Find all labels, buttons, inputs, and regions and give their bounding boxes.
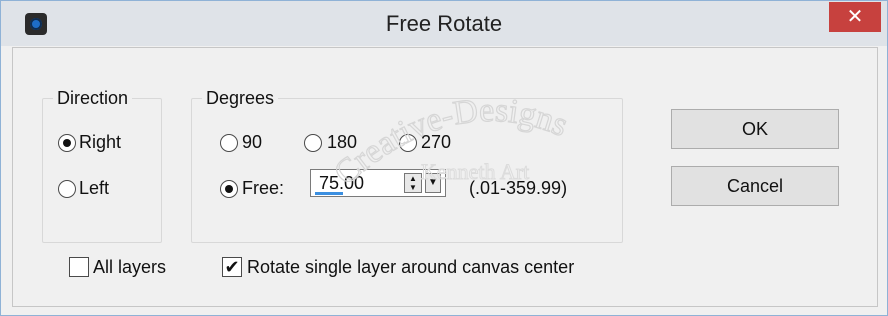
rotate-single-layer-label[interactable]: Rotate single layer around canvas center: [247, 257, 574, 278]
free-degrees-spinbox[interactable]: 75.00 ▲ ▼ ▼: [310, 169, 446, 197]
degrees-90-label[interactable]: 90: [242, 132, 262, 153]
all-layers-label[interactable]: All layers: [93, 257, 166, 278]
direction-group-label: Direction: [53, 88, 133, 109]
rotate-single-layer-checkbox[interactable]: ✔: [222, 257, 242, 277]
dialog-content: Direction Right Left Degrees 90 180 270 …: [12, 47, 878, 307]
direction-group: Direction: [42, 88, 162, 243]
window-title: Free Rotate: [385, 11, 503, 36]
degrees-free-label[interactable]: Free:: [242, 178, 284, 199]
degrees-group-label: Degrees: [202, 88, 279, 109]
ok-button[interactable]: OK: [671, 109, 839, 149]
spin-arrows-icon[interactable]: ▲ ▼: [404, 173, 422, 193]
cancel-button[interactable]: Cancel: [671, 166, 839, 206]
degrees-180-label[interactable]: 180: [327, 132, 357, 153]
dropdown-arrow-icon[interactable]: ▼: [425, 173, 441, 193]
free-degrees-value[interactable]: 75.00: [319, 173, 364, 194]
input-focus-underline: [315, 192, 343, 195]
degrees-270-label[interactable]: 270: [421, 132, 451, 153]
free-rotate-dialog: Free Rotate ✕ Direction Right Left Degre…: [0, 0, 888, 316]
degrees-90-radio[interactable]: [220, 134, 238, 152]
close-button[interactable]: ✕: [829, 2, 881, 32]
all-layers-checkbox[interactable]: [69, 257, 89, 277]
degrees-270-radio[interactable]: [399, 134, 417, 152]
degrees-range-hint: (.01-359.99): [469, 178, 568, 198]
direction-left-radio[interactable]: [58, 180, 76, 198]
direction-left-label[interactable]: Left: [79, 178, 109, 199]
direction-right-radio[interactable]: [58, 134, 76, 152]
title-bar: Free Rotate ✕: [1, 1, 887, 46]
direction-right-label[interactable]: Right: [79, 132, 121, 153]
degrees-180-radio[interactable]: [304, 134, 322, 152]
degrees-free-radio[interactable]: [220, 180, 238, 198]
